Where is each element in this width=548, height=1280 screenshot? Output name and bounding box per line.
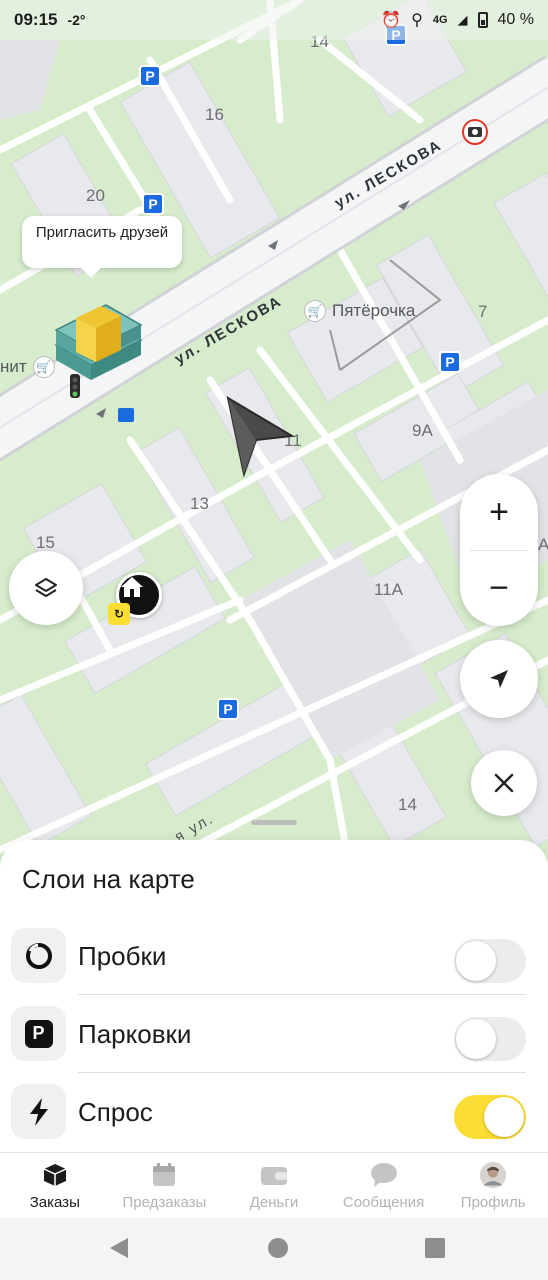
poi-pyaterochka-label: Пятёрочка [332,301,416,320]
battery-level: 40 % [497,11,534,28]
alarm-icon: ⏰ [381,12,402,29]
parking-glyph: P [24,1019,53,1048]
nav-messages-label: Сообщения [342,1194,425,1211]
parking-sign[interactable]: P [139,65,161,87]
layers-icon [35,578,57,597]
layer-row-parking[interactable]: P Парковки [0,995,548,1073]
parking-toggle[interactable] [454,1017,526,1061]
nav-preorders[interactable]: Предзаказы [110,1153,220,1218]
chat-icon [370,1161,398,1189]
house-number: 14 [398,795,417,814]
home-circle-icon[interactable] [266,1236,290,1260]
demand-toggle[interactable] [454,1095,526,1139]
layers-bottom-sheet: Слои на карте Пробки P Парковки Спрос [0,840,548,1152]
poi-magnit-label: нит [0,357,27,376]
home-icon [121,577,143,597]
location-icon: ⚲ [411,12,423,29]
nav-money-label: Деньги [249,1194,299,1211]
traffic-toggle[interactable] [454,939,526,983]
nav-messages[interactable]: Сообщения [329,1153,439,1218]
house-number: 11А [374,580,403,599]
status-bar: 09:15 -2° ⏰ ⚲ 4G ◢ 40 % [0,0,548,40]
sheet-title: Слои на карте [22,864,195,894]
house-number: 20 [86,186,105,205]
zoom-in-button[interactable]: + [460,474,538,550]
parking-sign[interactable]: P [439,351,461,373]
money-stack-icon [54,304,143,398]
house-number: 13 [190,494,209,513]
edge-fragment: A [538,535,548,554]
promo-tag-icon: ↻ [108,603,130,625]
house-number: 7 [478,302,488,321]
current-location-arrow [226,395,296,478]
layer-row-traffic[interactable]: Пробки [0,917,548,995]
poi-pyaterochka[interactable]: 🛒 Пятёрочка [304,300,415,322]
toggle-knob [456,941,496,981]
toggle-knob [484,1097,524,1137]
basket-icon: 🛒 [304,300,326,322]
status-time: 09:15 [14,10,58,29]
avatar-icon [479,1161,507,1189]
recents-icon[interactable] [424,1237,446,1259]
layer-label-demand: Спрос [78,1097,153,1127]
layers-button[interactable] [9,551,83,625]
layer-label-traffic: Пробки [78,941,167,971]
navigation-arrow-icon [490,670,508,688]
parking-icon: P [11,1006,66,1061]
invite-friends-bubble[interactable]: Пригласить друзей [22,216,182,268]
my-location-button[interactable] [460,640,538,718]
layer-row-demand[interactable]: Спрос [0,1073,548,1151]
nav-preorders-label: Предзаказы [122,1194,207,1211]
traffic-icon [11,928,66,983]
sheet-drag-handle[interactable] [251,820,297,825]
nav-profile-label: Профиль [460,1194,526,1211]
layer-label-parking: Парковки [78,1019,192,1049]
parking-sign[interactable]: P [142,193,164,215]
status-temperature: -2° [67,12,86,28]
nav-profile[interactable]: Профиль [438,1153,548,1218]
house-number: 16 [205,105,224,124]
map-view[interactable]: ул. ЛЕСКОВА ул. ЛЕСКОВА я ул. 14 16 20 7… [0,0,548,870]
zoom-out-button[interactable]: − [460,550,538,626]
bottom-navigation: Заказы Предзаказы Деньги Сообщения Профи… [0,1152,548,1218]
system-navigation-bar [0,1218,548,1280]
nav-orders[interactable]: Заказы [0,1153,110,1218]
back-icon[interactable] [108,1236,130,1260]
house-number: 9А [412,421,433,440]
parking-sign[interactable]: P [217,698,239,720]
orders-icon [41,1161,69,1189]
nav-orders-label: Заказы [29,1194,80,1211]
house-number: 15 [36,533,55,552]
wallet-icon [260,1161,288,1189]
lightning-icon [11,1084,66,1139]
network-indicator: 4G [432,14,448,26]
signal-icon: ◢ [457,12,468,27]
money-promo-marker[interactable] [46,290,146,398]
close-layers-button[interactable] [471,750,537,816]
battery-icon [477,12,488,28]
calendar-icon [150,1161,178,1189]
close-icon [494,773,514,793]
nav-money[interactable]: Деньги [219,1153,329,1218]
toggle-knob [456,1019,496,1059]
zoom-controls: + − [460,474,538,626]
